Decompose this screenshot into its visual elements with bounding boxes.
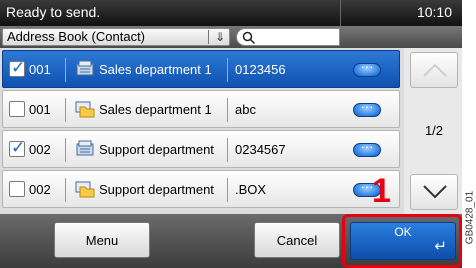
ok-highlight-frame [342, 214, 462, 268]
group-contact-icon [76, 60, 94, 76]
checkmark-icon: ✓ [11, 58, 26, 77]
row-checkbox[interactable]: ✓ [9, 138, 26, 157]
status-bar: Ready to send. 10:10 [0, 0, 462, 26]
step-number: 1 [372, 172, 391, 210]
cancel-button-label: Cancel [276, 233, 318, 248]
status-message: Ready to send. [6, 4, 101, 20]
row-name: Support department [99, 142, 214, 157]
row-destination: 0234567 [235, 142, 286, 157]
figure-code: GB0428_01 [463, 170, 476, 268]
menu-button-label: Menu [85, 233, 119, 248]
row-number: 002 [29, 142, 51, 157]
scroll-panel: 1/2 [404, 48, 462, 214]
search-icon [242, 31, 256, 45]
row-name: Sales department 1 [99, 102, 212, 117]
column-divider [65, 138, 66, 162]
ellipsis-icon: ··· [360, 59, 374, 74]
detail-button[interactable]: ··· [353, 139, 381, 157]
row-checkbox[interactable] [9, 181, 25, 197]
row-destination: 0123456 [235, 62, 286, 77]
row-number: 001 [29, 62, 51, 77]
cancel-button[interactable]: Cancel [254, 222, 340, 258]
list-item[interactable]: 002 Support department .BOX ··· [2, 170, 400, 208]
column-divider [65, 58, 66, 82]
group-contact-icon [76, 140, 94, 156]
menu-button[interactable]: Menu [54, 222, 150, 258]
scroll-up-button[interactable] [410, 52, 458, 88]
column-divider [227, 138, 228, 162]
row-checkbox[interactable]: ✓ [9, 58, 26, 77]
folder-contact-icon [75, 101, 95, 118]
chevron-up-icon [423, 63, 447, 77]
row-number: 001 [29, 102, 51, 117]
address-book-label: Address Book (Contact) [7, 29, 146, 44]
column-divider [227, 98, 228, 122]
ellipsis-icon: ··· [360, 139, 374, 154]
status-time: 10:10 [416, 4, 452, 20]
detail-button[interactable]: ··· [353, 99, 381, 117]
select-divider [208, 30, 209, 44]
figure-code-text: GB0428_01 [464, 190, 476, 245]
row-checkbox[interactable] [9, 101, 25, 117]
detail-button[interactable]: ··· [353, 59, 381, 77]
scroll-down-button[interactable] [410, 174, 458, 210]
column-divider [65, 98, 66, 122]
address-list: ✓ 001 Sales department 1 0123456 ··· 001… [0, 48, 462, 214]
column-divider [227, 58, 228, 82]
address-book-select[interactable]: Address Book (Contact) ⇓ [2, 28, 230, 46]
double-chevron-down-icon: ⇓ [214, 30, 225, 44]
checkmark-icon: ✓ [11, 138, 26, 157]
list-item[interactable]: 001 Sales department 1 abc ··· [2, 90, 400, 128]
row-name: Support department [99, 182, 214, 197]
folder-contact-icon [75, 181, 95, 198]
column-divider [65, 178, 66, 202]
search-toolbar: Address Book (Contact) ⇓ [0, 26, 462, 48]
list-item[interactable]: ✓ 001 Sales department 1 0123456 ··· [2, 50, 400, 88]
ellipsis-icon: ··· [360, 99, 374, 114]
page-indicator: 1/2 [424, 123, 444, 138]
row-destination: .BOX [235, 182, 267, 197]
column-divider [227, 178, 228, 202]
status-divider [340, 0, 341, 26]
row-destination: abc [235, 102, 256, 117]
list-item[interactable]: ✓ 002 Support department 0234567 ··· [2, 130, 400, 168]
chevron-down-icon [423, 185, 447, 199]
row-name: Sales department 1 [99, 62, 212, 77]
search-input[interactable] [236, 28, 340, 46]
row-number: 002 [29, 182, 51, 197]
